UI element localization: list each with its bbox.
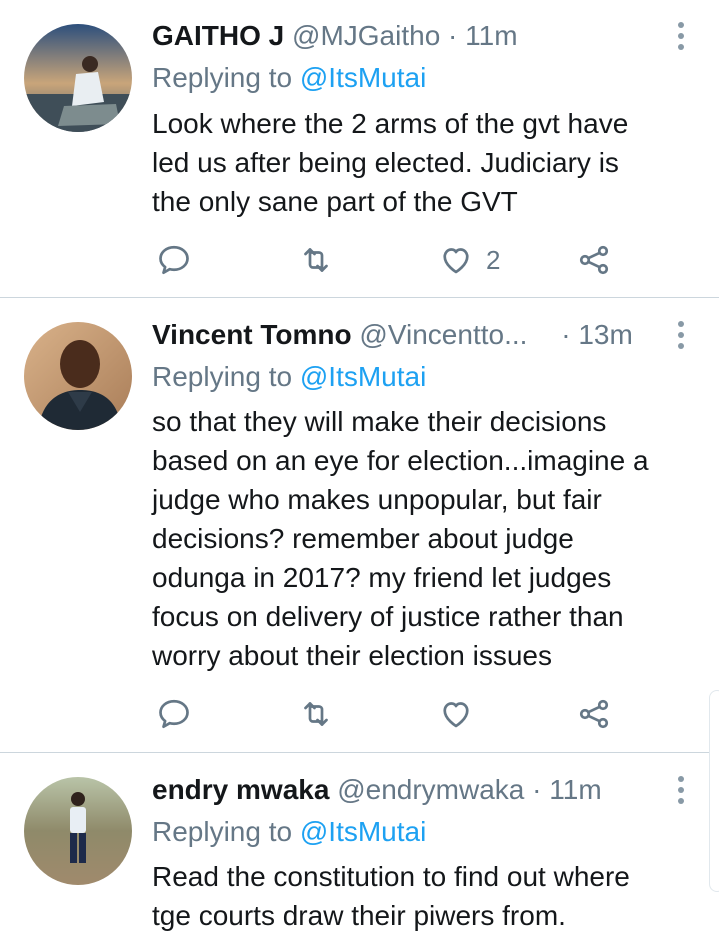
scroll-handle[interactable] [709, 690, 719, 892]
divider [0, 297, 719, 298]
tweet-header: GAITHO J @MJGaitho · 11m [152, 16, 659, 56]
text-line: so that they will make their decisions [152, 406, 607, 437]
avatar[interactable] [24, 24, 132, 132]
reply-icon [159, 245, 189, 275]
text-line: odunga in 2017? my friend let judges [152, 562, 612, 593]
replying-to: Replying to @ItsMutai [152, 812, 426, 852]
timestamp[interactable]: 11m [465, 20, 517, 51]
avatar-photo-vincent [24, 322, 132, 430]
text-line: Look where the 2 arms of the gvt have [152, 108, 629, 139]
retweet-button[interactable] [298, 240, 334, 280]
tweet-actions: 2 [152, 240, 622, 280]
reply-button[interactable] [156, 240, 192, 280]
reply-icon [159, 699, 189, 729]
display-name[interactable]: Vincent Tomno [152, 319, 352, 350]
tweet-text: Look where the 2 arms of the gvt have le… [152, 104, 692, 221]
like-icon [443, 702, 469, 728]
tweet-actions [152, 694, 622, 734]
replying-to: Replying to @ItsMutai [152, 357, 426, 397]
avatar-photo-endry [24, 777, 132, 885]
share-button[interactable] [576, 240, 612, 280]
tweet-text: Read the constitution to find out where … [152, 857, 692, 935]
retweet-icon [304, 248, 328, 272]
more-options-icon[interactable] [671, 315, 691, 355]
text-line: worry about their election issues [152, 640, 552, 671]
text-line: led us after being elected. Judiciary is [152, 147, 619, 178]
tweet-text: so that they will make their decisions b… [152, 402, 692, 675]
replying-to: Replying to @ItsMutai [152, 58, 426, 98]
text-line: judge who makes unpopular, but fair [152, 484, 602, 515]
separator-dot: · [532, 774, 542, 805]
text-line: Read the constitution to find out where [152, 861, 630, 892]
more-options-icon[interactable] [671, 16, 691, 56]
avatar-photo-gaitho [24, 24, 132, 132]
mention-link[interactable]: @ItsMutai [300, 62, 426, 93]
more-options-icon[interactable] [671, 770, 691, 810]
avatar[interactable] [24, 322, 132, 430]
like-icon [443, 248, 469, 274]
divider [0, 752, 719, 753]
replying-to-label: Replying to [152, 361, 300, 392]
display-name[interactable]: GAITHO J [152, 20, 284, 51]
share-icon [579, 699, 609, 729]
text-line: decisions? remember about judge [152, 523, 574, 554]
like-button[interactable] [438, 694, 486, 734]
handle[interactable]: @MJGaitho [292, 20, 440, 51]
separator-dot: · [561, 319, 571, 350]
timestamp[interactable]: 11m [549, 774, 601, 805]
tweet-header: Vincent Tomno @Vincentto... · 13m [152, 315, 659, 355]
separator-dot: · [448, 20, 458, 51]
handle[interactable]: @Vincentto... [359, 319, 527, 350]
timestamp[interactable]: 13m [578, 319, 632, 350]
handle[interactable]: @endrymwaka [337, 774, 524, 805]
text-line: focus on delivery of justice rather than [152, 601, 624, 632]
text-line: based on an eye for election...imagine a [152, 445, 649, 476]
display-name[interactable]: endry mwaka [152, 774, 329, 805]
reply-button[interactable] [156, 694, 192, 734]
retweet-icon [304, 702, 328, 726]
share-button[interactable] [576, 694, 612, 734]
like-count: 2 [486, 244, 501, 275]
share-icon [579, 245, 609, 275]
retweet-button[interactable] [298, 694, 334, 734]
text-line: tge courts draw their piwers from. [152, 900, 566, 931]
tweet-header: endry mwaka @endrymwaka · 11m [152, 770, 659, 810]
replying-to-label: Replying to [152, 62, 300, 93]
text-line: the only sane part of the GVT [152, 186, 518, 217]
mention-link[interactable]: @ItsMutai [300, 816, 426, 847]
replying-to-label: Replying to [152, 816, 300, 847]
like-button[interactable]: 2 [438, 240, 500, 280]
mention-link[interactable]: @ItsMutai [300, 361, 426, 392]
avatar[interactable] [24, 777, 132, 885]
